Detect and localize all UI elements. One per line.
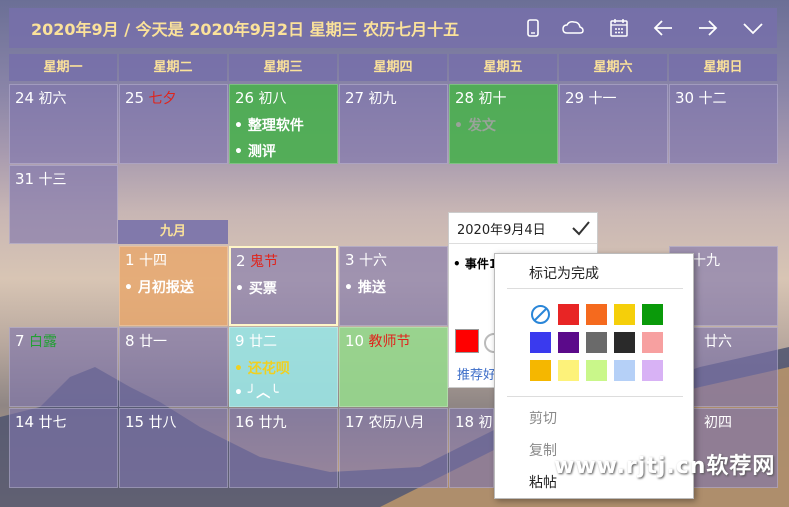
weekday-header-tue: 星期二: [119, 54, 227, 81]
day-cell[interactable]: 30 十二: [669, 84, 778, 164]
menu-divider: [507, 396, 683, 397]
day-cell[interactable]: 17 农历八月: [339, 408, 448, 488]
lunar-date: 农历八月: [368, 415, 425, 431]
lunar-date: 初十: [478, 91, 507, 107]
lunar-date: 十六: [359, 253, 387, 269]
lunar-date: 初八: [258, 91, 287, 107]
day-cell[interactable]: 7 白露: [9, 327, 118, 407]
menu-divider: [507, 288, 683, 289]
color-swatch[interactable]: [642, 304, 663, 325]
color-swatch-red[interactable]: [455, 329, 479, 353]
event-item[interactable]: • ╯︿╰: [234, 382, 279, 402]
event-item[interactable]: • 买票: [235, 278, 277, 298]
weekday-header-fri: 星期五: [449, 54, 557, 81]
day-cell[interactable]: 1 十四 • 月初报送: [119, 246, 228, 326]
day-cell[interactable]: 8 廿一: [119, 327, 228, 407]
arrow-left-icon[interactable]: [652, 18, 674, 38]
lunar-date: 廿九: [258, 415, 287, 431]
popup-date: 2020年9月4日: [457, 223, 546, 238]
day-cell[interactable]: 3 十六 • 推送: [339, 246, 448, 326]
color-swatch[interactable]: [614, 360, 635, 381]
lunar-date: 十九: [692, 253, 720, 269]
popup-event[interactable]: • 事件1: [453, 255, 497, 272]
lunar-date: 廿六: [704, 334, 732, 350]
lunar-date: 十一: [588, 91, 617, 107]
day-cell[interactable]: 18 初: [449, 408, 494, 488]
lunar-date: 十二: [698, 91, 727, 107]
event-item[interactable]: • 测评: [234, 141, 276, 161]
color-swatch[interactable]: [642, 332, 663, 353]
color-swatch[interactable]: [530, 332, 551, 353]
watermark: www.rjtj.cn软荐网: [554, 454, 776, 479]
lunar-date: 初四: [704, 415, 732, 431]
day-cell[interactable]: 27 初九: [339, 84, 448, 164]
color-swatch[interactable]: [586, 332, 607, 353]
recommend-link[interactable]: 推荐好: [457, 364, 496, 383]
lunar-date: 十三: [38, 172, 67, 188]
lunar-date: 初: [478, 415, 493, 431]
event-item[interactable]: • 整理软件: [234, 115, 304, 135]
arrow-right-icon[interactable]: [697, 18, 719, 38]
day-cell[interactable]: 15 廿八: [119, 408, 228, 488]
cloud-icon[interactable]: [562, 18, 584, 38]
weekday-header-mon: 星期一: [9, 54, 117, 81]
day-cell[interactable]: 26 初八 • 整理软件 • 测评: [229, 84, 338, 164]
event-item-done[interactable]: • 发文: [454, 115, 496, 135]
lunar-date: 白露: [29, 334, 57, 350]
lunar-date: 初六: [38, 91, 67, 107]
weekday-header-sat: 星期六: [559, 54, 667, 81]
lunar-date: 鬼节: [250, 254, 278, 270]
lunar-date: 教师节: [368, 334, 411, 350]
phone-icon[interactable]: [522, 18, 544, 38]
color-swatch[interactable]: [558, 360, 579, 381]
day-cell[interactable]: 16 廿九: [229, 408, 338, 488]
month-label: 九月: [118, 220, 228, 244]
checkmark-icon[interactable]: [571, 219, 591, 237]
day-cell[interactable]: 14 廿七: [9, 408, 118, 488]
weekday-header-sun: 星期日: [669, 54, 777, 81]
lunar-date: 廿七: [38, 415, 67, 431]
color-swatch[interactable]: [530, 360, 551, 381]
calendar-icon[interactable]: [608, 18, 630, 38]
lunar-date: 廿一: [139, 334, 167, 350]
divider: [449, 243, 597, 244]
color-swatch[interactable]: [614, 304, 635, 325]
day-cell[interactable]: 25 七夕: [119, 84, 228, 164]
color-swatch[interactable]: [642, 360, 663, 381]
lunar-date: 廿八: [148, 415, 177, 431]
day-cell[interactable]: 10 教师节: [339, 327, 448, 407]
no-color-icon[interactable]: [530, 304, 551, 325]
weekday-header-thu: 星期四: [339, 54, 447, 81]
color-swatch[interactable]: [614, 332, 635, 353]
mark-done-menu-item[interactable]: 标记为完成: [529, 263, 599, 283]
header-title: 2020年9月 / 今天是 2020年9月2日 星期三 农历七月十五: [31, 20, 460, 39]
day-cell[interactable]: 9 廿二 • 还花呗 • ╯︿╰: [229, 327, 338, 407]
color-swatch[interactable]: [558, 304, 579, 325]
lunar-date: 十四: [139, 253, 167, 269]
calendar-header: 2020年9月 / 今天是 2020年9月2日 星期三 农历七月十五: [9, 8, 777, 48]
paste-menu-item[interactable]: 粘帖: [529, 472, 557, 492]
lunar-date: 初九: [368, 91, 397, 107]
day-cell[interactable]: 24 初六: [9, 84, 118, 164]
lunar-date: 七夕: [148, 91, 177, 107]
event-item[interactable]: • 月初报送: [124, 277, 194, 297]
day-cell[interactable]: 29 十一: [559, 84, 668, 164]
color-swatch[interactable]: [558, 332, 579, 353]
chevron-down-icon[interactable]: [742, 18, 764, 38]
weekday-header-wed: 星期三: [229, 54, 337, 81]
cut-menu-item[interactable]: 剪切: [529, 408, 557, 428]
event-item[interactable]: • 还花呗: [234, 358, 290, 378]
copy-menu-item[interactable]: 复制: [529, 440, 557, 460]
color-swatch[interactable]: [586, 360, 607, 381]
lunar-date: 廿二: [249, 334, 277, 350]
day-cell[interactable]: 28 初十 • 发文: [449, 84, 558, 164]
color-swatch[interactable]: [586, 304, 607, 325]
day-cell-today[interactable]: 2 鬼节 • 买票: [229, 246, 338, 326]
event-item[interactable]: • 推送: [344, 277, 386, 297]
day-cell[interactable]: 31 十三: [9, 165, 118, 244]
